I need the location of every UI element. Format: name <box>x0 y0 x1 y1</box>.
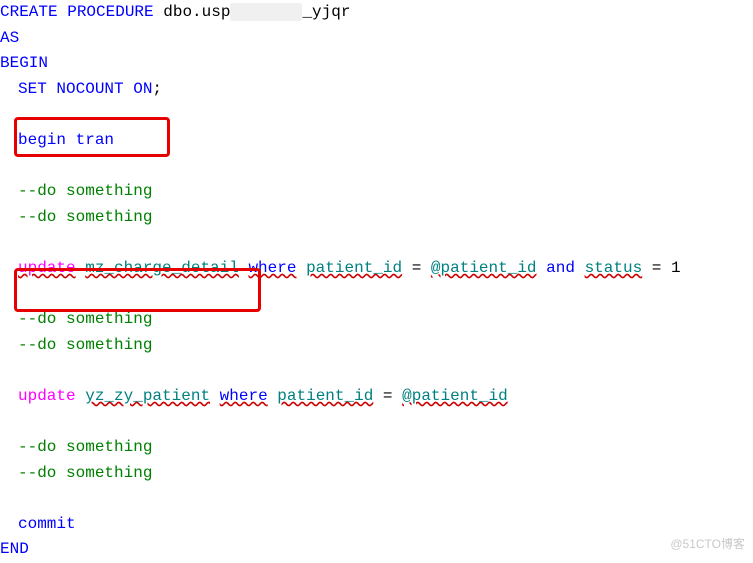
proc-name-prefix: dbo.usp <box>163 3 230 21</box>
code-line: --do something <box>0 307 753 333</box>
code-line-empty <box>0 486 753 512</box>
code-line: AS <box>0 26 753 52</box>
code-line-empty <box>0 102 753 128</box>
column-patient-id: patient_id <box>277 387 373 405</box>
code-line-empty <box>0 230 753 256</box>
column-patient-id: patient_id <box>306 259 402 277</box>
code-line: update mz_charge_detail where patient_id… <box>0 256 753 282</box>
begin-tran: begin tran <box>18 131 114 149</box>
code-line: SET NOCOUNT ON; <box>0 77 753 103</box>
comment: --do something <box>18 464 152 482</box>
code-line: commit <box>0 512 753 538</box>
comment: --do something <box>18 208 152 226</box>
keyword-update: update <box>18 387 76 405</box>
code-line: --do something <box>0 333 753 359</box>
param-patient-id: @patient_id <box>402 387 508 405</box>
equals: = <box>373 387 402 405</box>
column-status: status <box>585 259 643 277</box>
code-line-empty <box>0 358 753 384</box>
comment: --do something <box>18 310 152 328</box>
code-line: END <box>0 537 753 563</box>
keyword-and: and <box>546 259 575 277</box>
code-line: update yz_zy_patient where patient_id = … <box>0 384 753 410</box>
table-name: yz_zy_patient <box>85 387 210 405</box>
comment: --do something <box>18 336 152 354</box>
code-line: --do something <box>0 205 753 231</box>
literal-one: 1 <box>671 259 681 277</box>
semicolon: ; <box>152 80 162 98</box>
code-line: BEGIN <box>0 51 753 77</box>
keyword-end: END <box>0 540 29 558</box>
watermark: @51CTO博客 <box>670 535 745 554</box>
equals: = <box>402 259 431 277</box>
code-line: --do something <box>0 435 753 461</box>
code-line-empty <box>0 282 753 308</box>
comment: --do something <box>18 438 152 456</box>
keyword-as: AS <box>0 29 19 47</box>
equals: = <box>642 259 671 277</box>
keyword-where: where <box>248 259 296 277</box>
keyword-begin: BEGIN <box>0 54 48 72</box>
code-line-empty <box>0 154 753 180</box>
code-line: --do something <box>0 179 753 205</box>
redacted-area <box>230 3 302 21</box>
keyword-update: update <box>18 259 76 277</box>
code-line-empty <box>0 410 753 436</box>
comment: --do something <box>18 182 152 200</box>
param-patient-id: @patient_id <box>431 259 537 277</box>
keyword-create-procedure: CREATE PROCEDURE <box>0 3 154 21</box>
code-line: CREATE PROCEDURE dbo.usp _yjqr <box>0 0 753 26</box>
code-line: begin tran <box>0 128 753 154</box>
table-name: mz_charge_detail <box>85 259 239 277</box>
set-nocount: SET NOCOUNT ON <box>18 80 152 98</box>
keyword-where: where <box>220 387 268 405</box>
code-line: --do something <box>0 461 753 487</box>
proc-name-suffix: _yjqr <box>302 3 350 21</box>
keyword-commit: commit <box>18 515 76 533</box>
code-container: CREATE PROCEDURE dbo.usp _yjqr AS BEGIN S… <box>0 0 753 563</box>
